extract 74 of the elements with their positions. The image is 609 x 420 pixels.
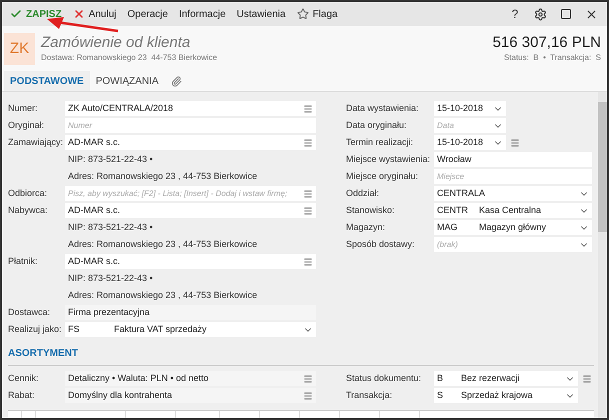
field-label: Rabat: bbox=[8, 388, 36, 402]
help-button[interactable]: ? bbox=[504, 5, 526, 23]
paperclip-icon bbox=[170, 76, 182, 86]
menu-button[interactable]: Informacje bbox=[174, 6, 230, 22]
field-label: Nabywca: bbox=[8, 204, 49, 217]
menu-icon[interactable] bbox=[303, 390, 313, 400]
menu-icon[interactable] bbox=[303, 256, 313, 266]
date-field[interactable]: 15-10-2018 bbox=[434, 101, 506, 116]
menu-icon[interactable] bbox=[303, 374, 313, 384]
readonly-field[interactable]: Domyślny dla kontrahenta bbox=[65, 388, 316, 403]
info-text: NIP: 873-521-22-43 • bbox=[67, 152, 154, 166]
field-label: Oryginał: bbox=[8, 118, 46, 132]
cancel-button[interactable]: Anuluj bbox=[68, 6, 120, 22]
tab[interactable]: PODSTAWOWE bbox=[4, 71, 90, 91]
field-label: Miejsce oryginału: bbox=[346, 170, 420, 183]
field-label: Cennik: bbox=[8, 372, 40, 385]
readonly-field[interactable]: Detaliczny • Waluta: PLN • od netto bbox=[65, 371, 316, 386]
menu-button[interactable]: Operacje bbox=[123, 6, 172, 22]
document-type-badge: ZK bbox=[4, 33, 35, 65]
menu-icon[interactable] bbox=[510, 138, 520, 148]
settings-icon[interactable] bbox=[534, 8, 547, 20]
field-label: Dostawca: bbox=[8, 306, 52, 319]
select-field[interactable]: CENTR Kasa Centralna bbox=[434, 203, 592, 218]
input-field[interactable]: AD-MAR s.c. bbox=[65, 135, 316, 150]
field-label: Płatnik: bbox=[8, 254, 39, 268]
scrollbar[interactable] bbox=[598, 92, 607, 418]
section-heading: ASORTYMENT bbox=[8, 347, 79, 361]
select-field[interactable]: FS Faktura VAT sprzedaży bbox=[65, 322, 316, 337]
document-title: Zamówienie od klienta bbox=[41, 34, 192, 52]
date-field[interactable]: 15-10-2018 bbox=[434, 135, 506, 150]
field-label: Odbiorca: bbox=[8, 186, 48, 200]
select-field[interactable]: S Sprzedaż krajowa bbox=[434, 388, 578, 403]
info-text: NIP: 873-521-22-43 • bbox=[67, 272, 154, 285]
field-label: Data oryginału: bbox=[346, 118, 408, 132]
field-label: Realizuj jako: bbox=[8, 322, 63, 336]
close-icon[interactable] bbox=[585, 8, 598, 20]
input-field[interactable]: Wrocław bbox=[434, 152, 592, 167]
menu-icon[interactable] bbox=[303, 206, 313, 216]
field-label: Oddział: bbox=[346, 186, 380, 200]
info-text: Adres: Romanowskiego 23 , 44-753 Bierkowice bbox=[67, 238, 258, 251]
menu-icon[interactable] bbox=[303, 104, 313, 114]
info-text: NIP: 873-521-22-43 • bbox=[67, 220, 154, 234]
menu-icon[interactable] bbox=[582, 374, 592, 384]
select-field[interactable]: MAG Magazyn główny bbox=[434, 220, 592, 235]
select-field[interactable]: B Bez rezerwacji bbox=[434, 371, 578, 386]
info-text: Adres: Romanowskiego 23 , 44-753 Bierkowice bbox=[67, 288, 258, 302]
menu-icon[interactable] bbox=[303, 138, 313, 148]
field-label: Termin realizacji: bbox=[346, 136, 414, 149]
flag-button[interactable]: Flaga bbox=[292, 6, 342, 22]
field-label: Miejsce wystawienia: bbox=[346, 152, 432, 166]
field-label: Status dokumentu: bbox=[346, 372, 422, 385]
select-field[interactable]: CENTRALA bbox=[434, 186, 592, 201]
total-amount: 516 307,16 PLN bbox=[492, 34, 601, 52]
readonly-field: Firma prezentacyjna bbox=[65, 305, 316, 320]
input-field[interactable]: AD-MAR s.c. bbox=[65, 254, 316, 269]
info-text: Adres: Romanowskiego 23 , 44-753 Bierkowice bbox=[67, 170, 258, 183]
field-label: Magazyn: bbox=[346, 220, 386, 234]
field-label: Data wystawienia: bbox=[346, 102, 420, 115]
input-field[interactable]: AD-MAR s.c. bbox=[65, 203, 316, 218]
status-text: Status: B • Transakcja: S bbox=[504, 52, 601, 64]
menu-icon[interactable] bbox=[303, 188, 313, 198]
field-label: Sposób dostawy: bbox=[346, 238, 416, 251]
field-label: Stanowisko: bbox=[346, 204, 396, 217]
close-icon bbox=[72, 8, 85, 20]
field-label: Zamawiający: bbox=[8, 136, 64, 149]
star-icon bbox=[296, 8, 309, 20]
check-icon bbox=[10, 8, 22, 20]
field-label: Numer: bbox=[8, 102, 39, 115]
delivery-address: Dostawa: Romanowskiego 23 44-753 Bierkowice bbox=[41, 52, 218, 64]
field-label: Transakcja: bbox=[346, 388, 394, 402]
input-field[interactable]: ZK Auto/CENTRALA/2018 bbox=[65, 101, 316, 116]
maximize-icon[interactable] bbox=[560, 8, 572, 20]
menu-button[interactable]: Ustawienia bbox=[232, 6, 290, 22]
tab[interactable]: POWIĄZANIA bbox=[90, 71, 164, 91]
